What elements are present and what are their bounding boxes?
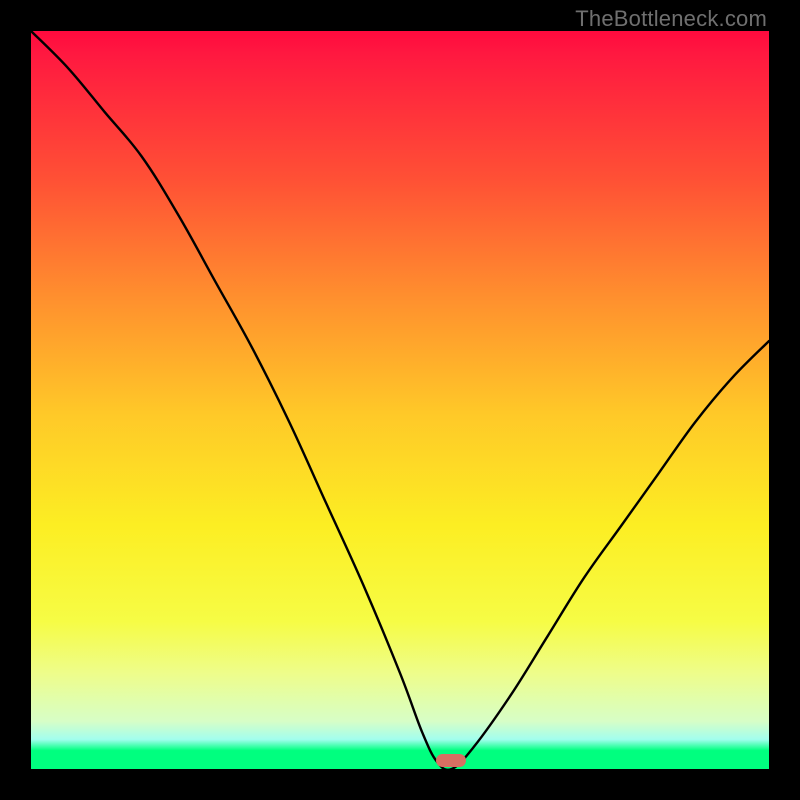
optimal-marker — [436, 754, 466, 767]
watermark-text: TheBottleneck.com — [575, 6, 767, 32]
bottleneck-curve — [31, 31, 769, 769]
plot-area — [31, 31, 769, 769]
chart-stage: TheBottleneck.com — [0, 0, 800, 800]
